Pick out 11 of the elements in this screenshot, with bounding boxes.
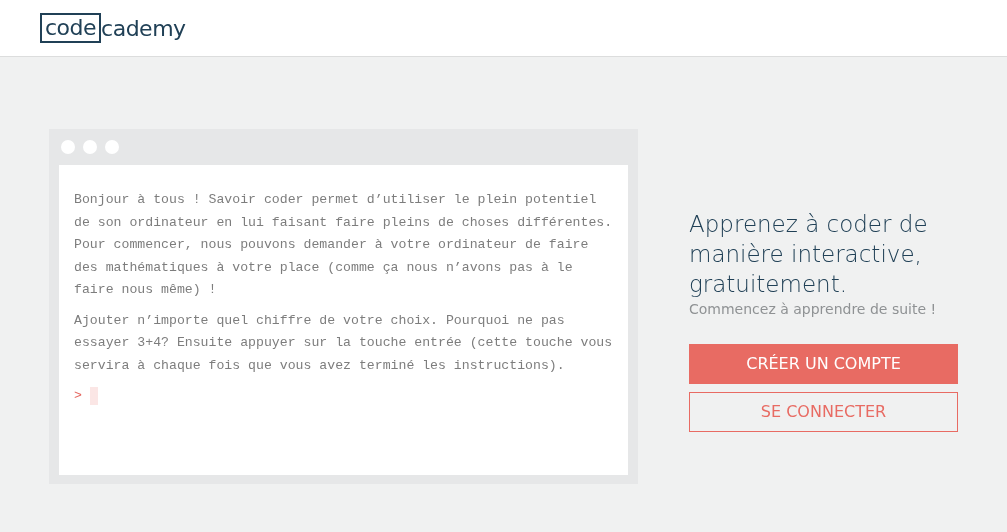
prompt-symbol: > xyxy=(74,387,82,405)
headline: Apprenez à coder de manière interactive, gratuitement. xyxy=(689,210,929,299)
window-dot-icon xyxy=(105,140,119,154)
logo-text[interactable]: cademy xyxy=(101,11,186,45)
window-dot-icon xyxy=(61,140,75,154)
input-cursor[interactable] xyxy=(89,387,98,406)
logo-text[interactable]: code xyxy=(40,13,102,43)
window-dot-icon xyxy=(83,140,97,154)
subtitle: Commencez à apprendre de suite ! xyxy=(689,300,938,319)
terminal-text: Ajouter n’importe quel chiffre de votre choix. Pourquoi ne pas essayer 3+4? Ensuite appuyer sur la touche entrée (cette touche vous servira à chaque fois que vous avez terminé les instructions). xyxy=(74,311,614,375)
terminal-text: Bonjour à tous ! Savoir coder permet d’utiliser le plein potentiel de son ordinateur en lui faisant faire pleins de choses différentes. Pour commencer, nous pouvons demander à votre ordinateur de faire des mathématiques à votre place (comme ça nous n’avons pas à le faire nous même) ! xyxy=(74,191,614,299)
